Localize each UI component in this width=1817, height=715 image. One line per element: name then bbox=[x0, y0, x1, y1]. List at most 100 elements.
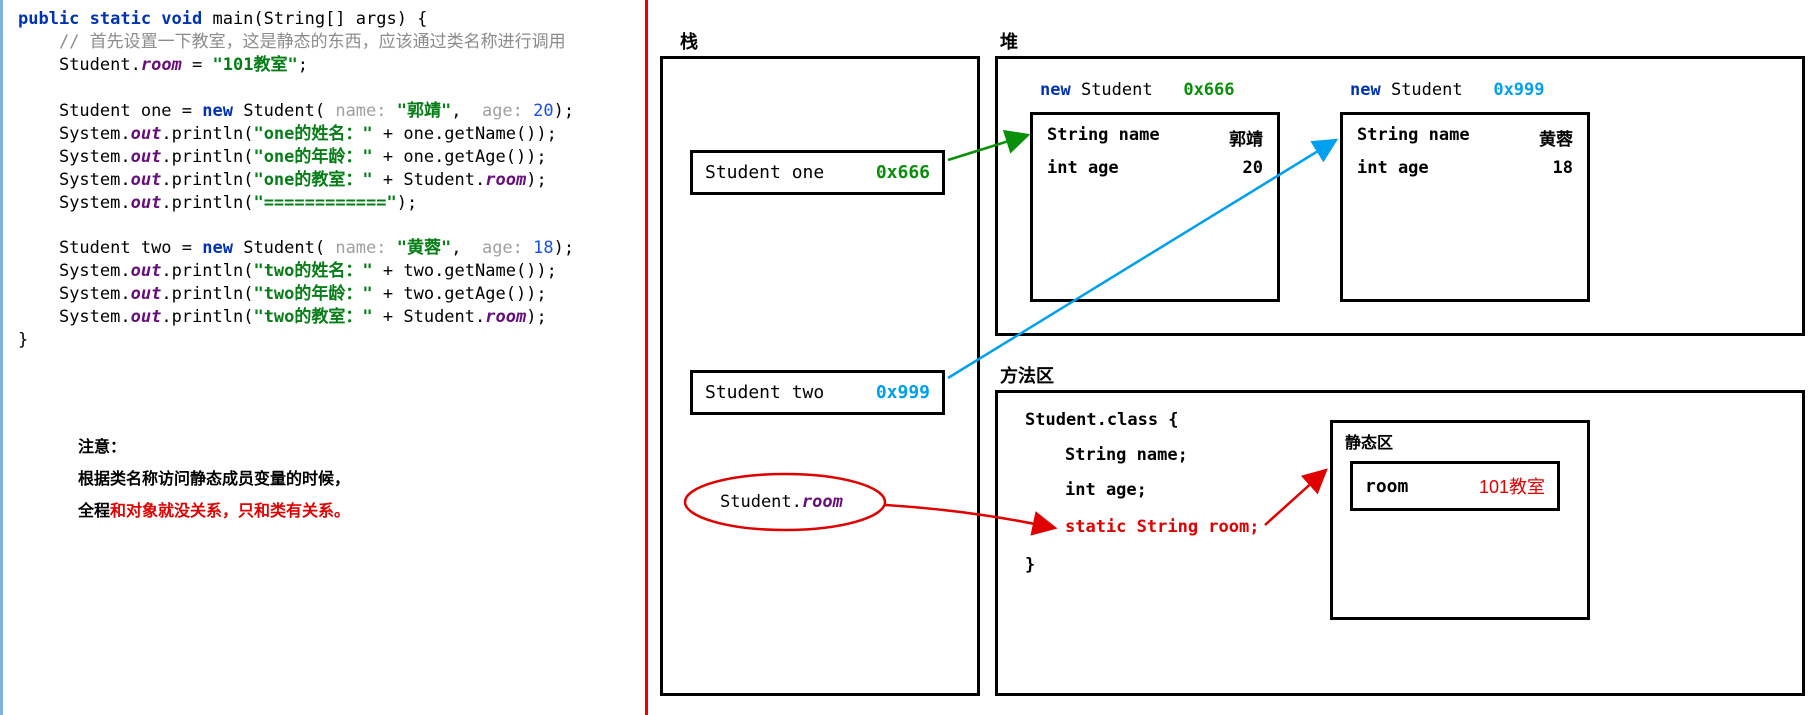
field: out bbox=[131, 193, 162, 213]
string: "one的教室：" bbox=[253, 170, 372, 190]
stack-var-one: Student one 0x666 bbox=[690, 150, 945, 195]
string: "two的教室：" bbox=[253, 307, 372, 327]
code-text: .println( bbox=[161, 124, 253, 144]
field: room bbox=[141, 55, 182, 75]
field: room bbox=[485, 170, 526, 190]
code-text: ); bbox=[397, 193, 417, 213]
static-value: 101教室 bbox=[1479, 473, 1545, 499]
field-value: 18 bbox=[1553, 158, 1573, 178]
code-text: ); bbox=[526, 170, 546, 190]
heap-label: 堆 bbox=[1000, 28, 1018, 54]
field-row: int age 18 bbox=[1355, 154, 1575, 182]
class-field: String name; bbox=[1065, 445, 1188, 465]
code-text: System. bbox=[59, 193, 131, 213]
indent bbox=[18, 193, 59, 213]
code-text: two.getAge()); bbox=[403, 284, 546, 304]
code-text: + bbox=[373, 284, 404, 304]
code-text: , bbox=[451, 238, 471, 258]
code-text: main bbox=[202, 9, 253, 29]
field: out bbox=[131, 284, 162, 304]
code-panel: public static void main(String[] args) {… bbox=[0, 0, 640, 715]
indent bbox=[18, 32, 59, 52]
code-text: ; bbox=[298, 55, 308, 75]
code-text: + bbox=[373, 261, 404, 281]
field-row: String name 黄蓉 bbox=[1355, 121, 1575, 154]
code-text: Student. bbox=[403, 307, 485, 327]
param-hint: age: bbox=[472, 238, 533, 258]
indent bbox=[18, 124, 59, 144]
code-text: ); bbox=[526, 307, 546, 327]
stack-static-ref: Student.room bbox=[720, 492, 843, 512]
note-line: 全程和对象就没关系，只和类有关系。 bbox=[78, 496, 640, 528]
address: 0x999 bbox=[876, 382, 930, 403]
code-text: .println( bbox=[161, 284, 253, 304]
stack-var-two: Student two 0x999 bbox=[690, 370, 945, 415]
field-type: int age bbox=[1357, 158, 1429, 178]
class-name: Student bbox=[1381, 80, 1463, 100]
static-area: 静态区 room 101教室 bbox=[1330, 420, 1590, 620]
string: "黄蓉" bbox=[397, 238, 451, 258]
var-label: Student one bbox=[705, 162, 824, 183]
var-label: Student two bbox=[705, 382, 824, 403]
string: "one的年龄：" bbox=[253, 147, 372, 167]
keyword: public static void bbox=[18, 9, 202, 29]
code-text: , bbox=[451, 101, 471, 121]
keyword: new bbox=[1350, 80, 1381, 100]
stack-label: 栈 bbox=[680, 28, 698, 54]
code-text: + bbox=[373, 124, 404, 144]
code-text: + bbox=[373, 307, 404, 327]
divider bbox=[645, 0, 648, 715]
code-text: Student( bbox=[233, 101, 335, 121]
class-close: } bbox=[1025, 555, 1035, 575]
code-text: } bbox=[18, 330, 28, 350]
note-emphasis: 和对象就没关系，只和类有关系。 bbox=[110, 503, 350, 520]
indent bbox=[18, 284, 59, 304]
indent bbox=[18, 307, 59, 327]
field: out bbox=[131, 307, 162, 327]
class-name: Student bbox=[1071, 80, 1153, 100]
heap-new-label: new Student 0x999 bbox=[1350, 80, 1545, 100]
code-text: Student two = bbox=[59, 238, 202, 258]
heap-object-one: String name 郭靖 int age 20 bbox=[1030, 112, 1280, 302]
keyword: new bbox=[202, 238, 233, 258]
number: 18 bbox=[533, 238, 553, 258]
string: "============" bbox=[253, 193, 396, 213]
indent bbox=[18, 147, 59, 167]
heap-new-label: new Student 0x666 bbox=[1040, 80, 1235, 100]
indent bbox=[18, 55, 59, 75]
method-area-label: 方法区 bbox=[1000, 362, 1054, 388]
address: 0x666 bbox=[876, 162, 930, 183]
code-text: .println( bbox=[161, 170, 253, 190]
field-type: int age bbox=[1047, 158, 1119, 178]
static-room-box: room 101教室 bbox=[1350, 461, 1560, 511]
code-text: System. bbox=[59, 170, 131, 190]
address: 0x999 bbox=[1493, 80, 1544, 100]
code-text: ); bbox=[554, 238, 574, 258]
code-block: public static void main(String[] args) {… bbox=[18, 8, 640, 352]
code-text: .println( bbox=[161, 147, 253, 167]
code-text: + bbox=[373, 170, 404, 190]
code-text: + bbox=[373, 147, 404, 167]
string: "two的姓名：" bbox=[253, 261, 372, 281]
code-text: System. bbox=[59, 284, 131, 304]
field-type: String name bbox=[1357, 125, 1470, 150]
string: "郭靖" bbox=[397, 101, 451, 121]
code-text: Student. bbox=[720, 492, 802, 512]
string: "101教室" bbox=[213, 55, 298, 75]
number: 20 bbox=[533, 101, 553, 121]
field: out bbox=[131, 147, 162, 167]
param-hint: name: bbox=[335, 238, 396, 258]
keyword: new bbox=[202, 101, 233, 121]
keyword: new bbox=[1040, 80, 1071, 100]
code-text: two.getName()); bbox=[403, 261, 557, 281]
code-text: System. bbox=[59, 147, 131, 167]
code-text: one.getAge()); bbox=[403, 147, 546, 167]
code-text: .println( bbox=[161, 261, 253, 281]
indent bbox=[18, 101, 59, 121]
code-text: Student one = bbox=[59, 101, 202, 121]
class-open: Student.class { bbox=[1025, 410, 1179, 430]
memory-diagram: 栈 堆 方法区 Student one 0x666 Student two 0x… bbox=[650, 0, 1817, 715]
field-type: String name bbox=[1047, 125, 1160, 150]
field-row: String name 郭靖 bbox=[1045, 121, 1265, 154]
field: out bbox=[131, 170, 162, 190]
